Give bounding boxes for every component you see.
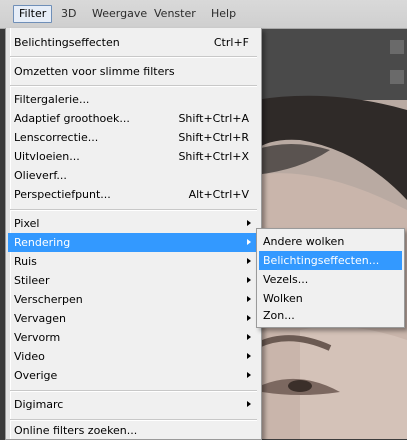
rendering-submenu: Andere wolken Belichtingseffecten... Vez… (256, 228, 405, 328)
submenu-arrow-icon (247, 258, 251, 264)
menu-item-stileer[interactable]: Stileer (8, 271, 259, 290)
menu-item-label: Video (14, 350, 45, 363)
menu-item-lenscorrectie[interactable]: Lenscorrectie... Shift+Ctrl+R (8, 128, 259, 147)
menu-separator (10, 56, 257, 58)
menu-item-label: Belichtingseffecten (14, 36, 120, 49)
menu-item-video[interactable]: Video (8, 347, 259, 366)
menu-item-label: Rendering (14, 236, 71, 249)
menu-item-shortcut: Shift+Ctrl+X (178, 150, 249, 163)
menu-item-shortcut: Shift+Ctrl+R (178, 131, 249, 144)
submenu-item-vezels[interactable]: Vezels... (259, 270, 402, 289)
menu-item-label: Ruis (14, 255, 37, 268)
submenu-item-belichtingseffecten[interactable]: Belichtingseffecten... (259, 251, 402, 270)
menu-separator (10, 209, 257, 211)
menu-item-digimarc[interactable]: Digimarc (8, 395, 259, 414)
submenu-arrow-icon (247, 353, 251, 359)
filter-menu: Belichtingseffecten Ctrl+F Omzetten voor… (5, 28, 262, 440)
menu-item-label: Pixel (14, 217, 40, 230)
submenu-arrow-icon (247, 372, 251, 378)
submenu-item-andere-wolken[interactable]: Andere wolken (259, 232, 402, 251)
menu-item-verscherpen[interactable]: Verscherpen (8, 290, 259, 309)
menu-item-vervagen[interactable]: Vervagen (8, 309, 259, 328)
menu-item-shortcut: Ctrl+F (213, 36, 249, 49)
menu-separator (10, 85, 257, 87)
menu-item-perspectiefpunt[interactable]: Perspectiefpunt... Alt+Ctrl+V (8, 185, 259, 204)
menu-item-label: Filtergalerie... (14, 93, 90, 106)
submenu-arrow-icon (247, 401, 251, 407)
menu-filter[interactable]: Filter (13, 5, 53, 23)
submenu-item-zon[interactable]: Zon... (259, 306, 402, 325)
menu-item-omzetten-slimme-filters[interactable]: Omzetten voor slimme filters (8, 62, 259, 81)
menu-help[interactable]: Help (206, 6, 241, 22)
menu-item-label: Vervorm (14, 331, 61, 344)
menu-item-pixel[interactable]: Pixel (8, 214, 259, 233)
menu-item-uitvloeien[interactable]: Uitvloeien... Shift+Ctrl+X (8, 147, 259, 166)
submenu-item-label: Zon... (263, 309, 295, 322)
submenu-arrow-icon (247, 277, 251, 283)
menu-item-label: Perspectiefpunt... (14, 188, 111, 201)
menu-venster[interactable]: Venster (149, 6, 201, 22)
submenu-arrow-icon (247, 296, 251, 302)
menu-item-label: Verscherpen (14, 293, 83, 306)
menu-weergave[interactable]: Weergave (87, 6, 152, 22)
menu-item-rendering[interactable]: Rendering (8, 233, 259, 252)
menu-item-belichtingseffecten-repeat[interactable]: Belichtingseffecten Ctrl+F (8, 33, 259, 52)
menu-item-label: Adaptief groothoek... (14, 112, 130, 125)
menu-item-filtergalerie[interactable]: Filtergalerie... (8, 90, 259, 109)
menu-item-label: Digimarc (14, 398, 64, 411)
menu-item-label: Lenscorrectie... (14, 131, 99, 144)
submenu-arrow-icon (247, 334, 251, 340)
submenu-item-label: Vezels... (263, 273, 309, 286)
submenu-arrow-icon (247, 220, 251, 226)
menu-separator (10, 390, 257, 392)
menu-item-shortcut: Shift+Ctrl+A (178, 112, 249, 125)
menu-3d[interactable]: 3D (56, 6, 81, 22)
menu-item-label: Online filters zoeken... (14, 424, 138, 437)
submenu-item-label: Belichtingseffecten... (263, 254, 380, 267)
menu-item-adaptief-groothoek[interactable]: Adaptief groothoek... Shift+Ctrl+A (8, 109, 259, 128)
menu-item-label: Overige (14, 369, 58, 382)
submenu-arrow-icon (247, 315, 251, 321)
menu-item-online-filters-zoeken[interactable]: Online filters zoeken... (8, 421, 259, 440)
submenu-item-label: Andere wolken (263, 235, 345, 248)
menu-bar: Filter 3D Weergave Venster Help (0, 0, 407, 29)
menu-item-label: Omzetten voor slimme filters (14, 65, 175, 78)
menu-item-label: Uitvloeien... (14, 150, 80, 163)
menu-item-ruis[interactable]: Ruis (8, 252, 259, 271)
menu-item-olieverf[interactable]: Olieverf... (8, 166, 259, 185)
menu-item-label: Vervagen (14, 312, 66, 325)
submenu-arrow-icon (247, 239, 251, 245)
menu-item-vervorm[interactable]: Vervorm (8, 328, 259, 347)
menu-item-label: Olieverf... (14, 169, 67, 182)
menu-item-overige[interactable]: Overige (8, 366, 259, 385)
menu-item-shortcut: Alt+Ctrl+V (188, 188, 249, 201)
menu-item-label: Stileer (14, 274, 50, 287)
